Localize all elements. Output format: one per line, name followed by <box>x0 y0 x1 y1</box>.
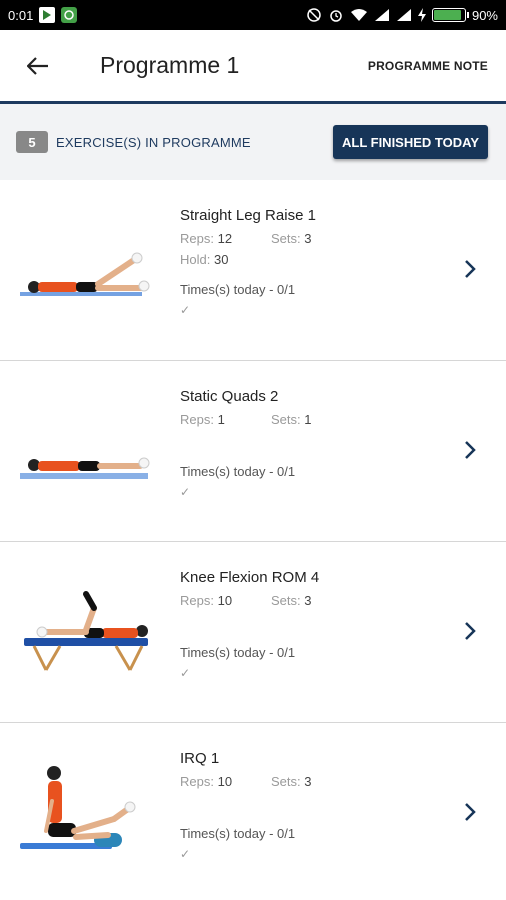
exercise-thumbnail <box>20 761 170 861</box>
check-icon: ✓ <box>180 485 191 499</box>
exercise-name: Knee Flexion ROM 4 <box>180 569 320 586</box>
hold-value: 30 <box>213 252 229 267</box>
status-bar: 0:01 90% <box>0 0 506 30</box>
exercise-card[interactable]: IRQ 1 Reps: 10 Sets: 3 Times(s) today - … <box>0 723 506 900</box>
times-today: Times(s) today - 0/1 <box>180 645 296 660</box>
exercise-name: Straight Leg Raise 1 <box>180 207 316 224</box>
chevron-right-icon <box>465 622 476 640</box>
play-store-icon <box>39 7 56 23</box>
exercise-card[interactable]: Knee Flexion ROM 4 Reps: 10 Sets: 3 Time… <box>0 542 506 723</box>
arrow-left-icon <box>27 56 48 75</box>
sets-label: Sets: <box>271 412 301 427</box>
reps-value: 10 <box>217 593 233 608</box>
battery-percent: 90% <box>471 7 498 23</box>
exercise-list: Straight Leg Raise 1 Reps: 12 Sets: 3 Ho… <box>0 180 506 900</box>
signal-icon-2 <box>396 8 412 22</box>
sets-value: 1 <box>304 412 312 427</box>
times-today: Times(s) today - 0/1 <box>180 464 296 479</box>
alarm-icon <box>328 7 344 23</box>
exercise-count-badge: 5 <box>16 131 48 153</box>
sets-label: Sets: <box>271 231 301 246</box>
status-time: 0:01 <box>8 7 34 23</box>
exercise-card[interactable]: Static Quads 2 Reps: 1 Sets: 1 Times(s) … <box>0 361 506 542</box>
reps-label: Reps: <box>180 774 214 789</box>
reps-value: 10 <box>217 774 233 789</box>
reps-value: 1 <box>217 412 225 427</box>
hold-label: Hold: <box>180 252 211 267</box>
exercise-name: IRQ 1 <box>180 750 220 767</box>
times-today: Times(s) today - 0/1 <box>180 826 296 841</box>
exercise-count-label: EXERCISE(S) IN PROGRAMME <box>56 134 251 150</box>
reps-label: Reps: <box>180 412 214 427</box>
check-icon: ✓ <box>180 303 191 317</box>
dnd-icon <box>306 7 322 23</box>
check-icon: ✓ <box>180 666 191 680</box>
sets-label: Sets: <box>271 593 301 608</box>
exercise-thumbnail <box>20 399 170 499</box>
check-icon: ✓ <box>180 847 191 861</box>
chevron-right-icon <box>465 260 476 278</box>
charging-icon <box>417 8 426 22</box>
all-finished-today-button[interactable]: ALL FINISHED TODAY <box>332 125 488 159</box>
sets-value: 3 <box>304 231 312 246</box>
chevron-right-icon <box>465 803 476 821</box>
reps-label: Reps: <box>180 593 214 608</box>
reps-label: Reps: <box>180 231 214 246</box>
exercise-name: Static Quads 2 <box>180 388 279 405</box>
app-bar: Programme 1 PROGRAMME NOTE <box>0 30 506 104</box>
programme-summary-bar: 5 EXERCISE(S) IN PROGRAMME ALL FINISHED … <box>0 104 506 180</box>
battery-icon <box>431 8 469 22</box>
back-button[interactable] <box>18 46 58 86</box>
wifi-icon <box>350 8 368 22</box>
reps-value: 12 <box>217 231 233 246</box>
page-title: Programme 1 <box>100 52 240 78</box>
exercise-card[interactable]: Straight Leg Raise 1 Reps: 12 Sets: 3 Ho… <box>0 180 506 361</box>
exercise-thumbnail <box>20 580 170 680</box>
chevron-right-icon <box>465 441 476 459</box>
times-today: Times(s) today - 0/1 <box>180 282 296 297</box>
sets-value: 3 <box>304 593 312 608</box>
sets-label: Sets: <box>271 774 301 789</box>
programme-note-button[interactable]: PROGRAMME NOTE <box>368 59 488 73</box>
exercise-thumbnail <box>20 218 170 318</box>
sets-value: 3 <box>304 774 312 789</box>
app-notification-icon <box>61 7 78 23</box>
signal-icon <box>374 8 390 22</box>
